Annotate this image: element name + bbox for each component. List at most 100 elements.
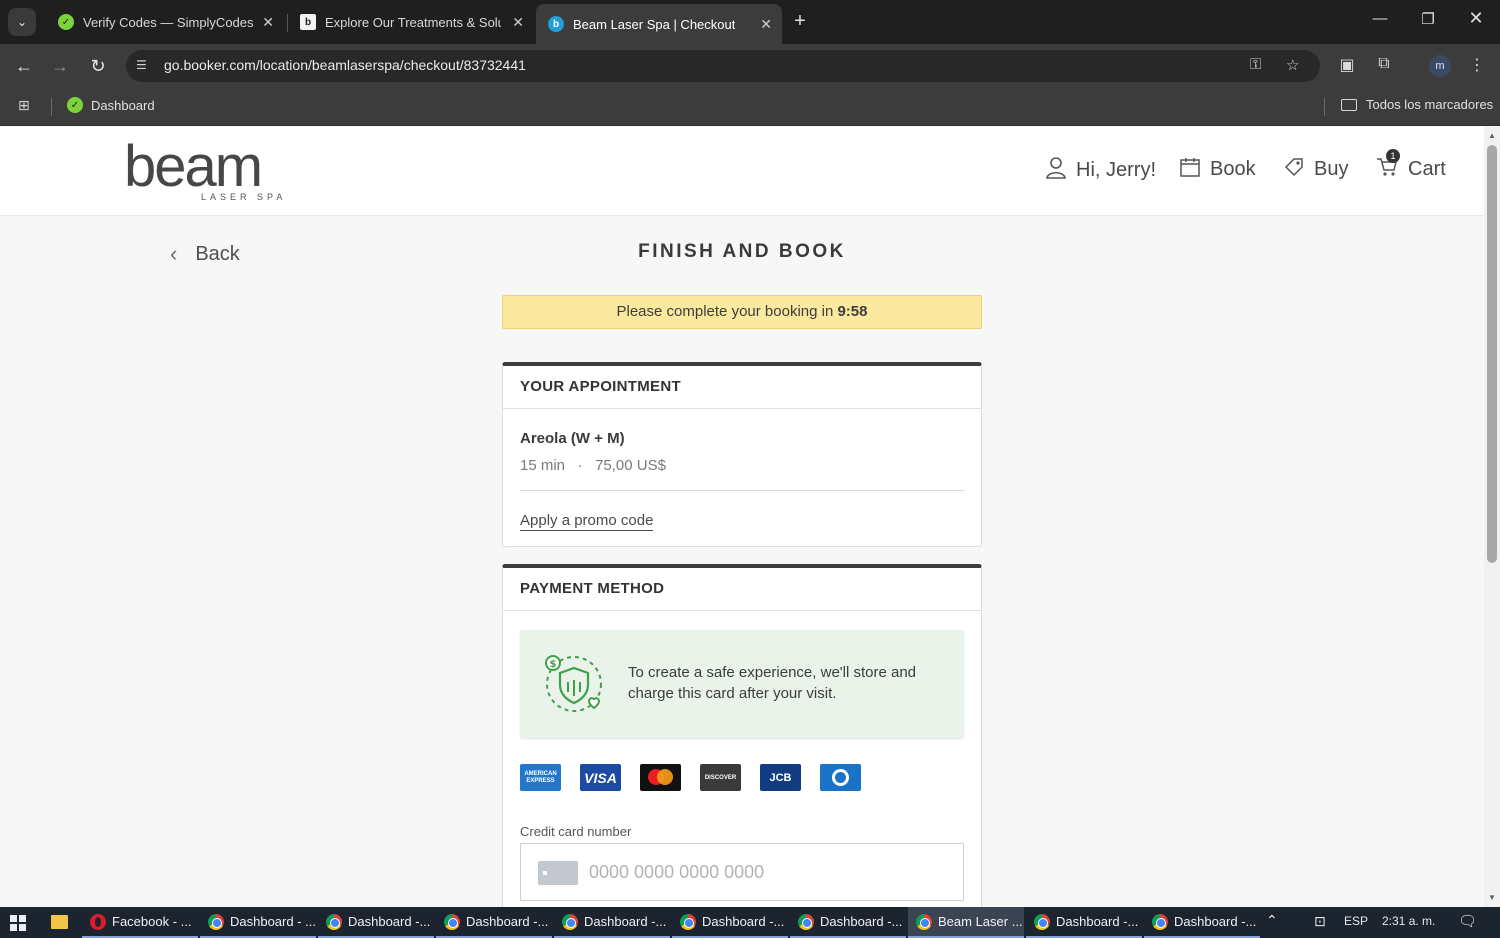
visa-label: VISA	[584, 769, 617, 786]
new-tab-button[interactable]: +	[788, 10, 812, 34]
clock[interactable]: 2:31 a. m.	[1382, 914, 1435, 928]
taskbar-item[interactable]: Dashboard -...	[318, 907, 434, 938]
forward-arrow-icon[interactable]: →	[48, 54, 72, 78]
close-tab-icon[interactable]: ✕	[760, 16, 772, 33]
browser-menu-icon[interactable]: ⋮	[1466, 55, 1488, 77]
taskbar-item[interactable]: Dashboard -...	[1026, 907, 1142, 938]
chrome-icon	[444, 913, 460, 930]
credit-card-icon	[538, 861, 578, 885]
tray-chevron-up-icon[interactable]: ⌃	[1266, 912, 1278, 929]
account-nav[interactable]: Hi, Jerry!	[1046, 157, 1156, 184]
beam-logo[interactable]: beam LASER SPA	[124, 134, 282, 203]
taskbar-item[interactable]: Dashboard -...	[790, 907, 906, 938]
site-info-icon[interactable]: ☰	[136, 58, 152, 74]
tab-title: Beam Laser Spa | Checkout	[573, 16, 736, 32]
service-meta: 15 min · 75,00 US$	[520, 457, 666, 474]
language-indicator[interactable]: ESP	[1344, 914, 1368, 928]
scroll-up-arrow-icon[interactable]: ▲	[1488, 131, 1496, 140]
checkout-page: beam LASER SPA Hi, Jerry! Book Buy 1 Car…	[0, 127, 1484, 907]
credit-card-number-input[interactable]: 0000 0000 0000 0000	[520, 843, 964, 901]
taskbar-item[interactable]: Facebook - ...	[82, 907, 198, 938]
cart-icon: 1	[1376, 149, 1400, 182]
logo-subtitle: LASER SPA	[201, 192, 287, 202]
close-tab-icon[interactable]: ✕	[512, 14, 524, 31]
minimize-window-icon[interactable]: —	[1368, 10, 1392, 27]
safe-payment-notice: $ To create a safe experience, we'll sto…	[520, 630, 964, 738]
restore-window-icon[interactable]: ❐	[1416, 10, 1440, 28]
tab-simplycodes[interactable]: ✓ Verify Codes — SimplyCodes ✕	[46, 6, 284, 38]
credit-card-placeholder: 0000 0000 0000 0000	[589, 862, 765, 882]
apply-promo-code-link[interactable]: Apply a promo code	[520, 511, 654, 531]
profile-avatar[interactable]: m	[1429, 55, 1451, 77]
bookmark-dashboard[interactable]: ✓ Dashboard	[67, 97, 155, 113]
chrome-icon	[562, 913, 578, 930]
tab-beam-checkout[interactable]: b Beam Laser Spa | Checkout ✕	[536, 4, 782, 44]
cart-label: Cart	[1408, 158, 1446, 180]
service-name: Areola (W + M)	[520, 430, 625, 447]
reload-icon[interactable]: ↻	[86, 54, 110, 78]
tab-title: Explore Our Treatments & Solut	[325, 14, 501, 30]
page-scrollbar[interactable]: ▲ ▼	[1484, 127, 1500, 907]
browser-tab-bar: ⌄ ✓ Verify Codes — SimplyCodes ✕ b Explo…	[0, 0, 1500, 44]
cart-count-badge: 1	[1386, 149, 1400, 163]
file-explorer-icon[interactable]	[51, 915, 68, 929]
url-text[interactable]: go.booker.com/location/beamlaserspa/chec…	[164, 57, 526, 73]
chrome-icon	[208, 913, 224, 930]
taskbar-item-label: Dashboard -...	[1174, 914, 1257, 929]
shield-money-icon: $	[545, 655, 602, 712]
payment-heading: PAYMENT METHOD	[503, 568, 981, 611]
taskbar-item[interactable]: Dashboard -...	[554, 907, 670, 938]
bookmarks-separator	[1324, 98, 1325, 116]
site-header: beam LASER SPA Hi, Jerry! Book Buy 1 Car…	[0, 127, 1484, 216]
taskbar-item-label: Facebook - ...	[112, 914, 192, 929]
all-bookmarks-folder[interactable]: Todos los marcadores	[1341, 97, 1493, 112]
taskbar-item[interactable]: Dashboard - ...	[200, 907, 316, 938]
back-arrow-icon[interactable]: ←	[12, 54, 36, 78]
buy-label: Buy	[1314, 158, 1349, 180]
scrollbar-thumb[interactable]	[1487, 145, 1497, 563]
notifications-icon[interactable]: 🗨	[1458, 912, 1477, 930]
extension-puzzle-icon[interactable]: ▣	[1336, 55, 1358, 77]
scroll-down-arrow-icon[interactable]: ▼	[1488, 893, 1496, 902]
extensions-menu-icon[interactable]: ⧉	[1373, 55, 1395, 77]
payment-method-card: PAYMENT METHOD $ To create a safe experi…	[502, 564, 982, 907]
user-icon	[1046, 157, 1066, 184]
close-tab-icon[interactable]: ✕	[262, 14, 274, 31]
all-bookmarks-label: Todos los marcadores	[1366, 97, 1494, 112]
taskbar-item-active[interactable]: Beam Laser ...	[908, 907, 1024, 938]
chrome-icon	[798, 913, 814, 930]
taskbar-item[interactable]: Dashboard -...	[672, 907, 788, 938]
credit-card-number-label: Credit card number	[520, 824, 632, 839]
logo-word: beam	[124, 134, 263, 199]
close-window-icon[interactable]: ✕	[1464, 8, 1488, 29]
cart-nav[interactable]: 1 Cart	[1376, 149, 1446, 182]
apps-grid-icon[interactable]: ⊞	[18, 97, 36, 115]
taskbar-item[interactable]: Dashboard -...	[1144, 907, 1260, 938]
chrome-icon	[326, 913, 342, 930]
tab-search-button[interactable]: ⌄	[8, 8, 36, 36]
tab-explore-treatments[interactable]: b Explore Our Treatments & Solut ✕	[288, 6, 534, 38]
simplycodes-favicon-icon: ✓	[67, 97, 83, 113]
bookmark-label: Dashboard	[91, 97, 155, 113]
taskbar-item-label: Dashboard -...	[584, 914, 667, 929]
address-bar[interactable]: ☰ go.booker.com/location/beamlaserspa/ch…	[126, 50, 1320, 82]
password-key-icon[interactable]: ⚿	[1250, 56, 1261, 73]
taskbar-item-label: Dashboard - ...	[230, 914, 316, 929]
page-title: FINISH AND BOOK	[638, 241, 846, 262]
booking-timer-banner: Please complete your booking in 9:58	[502, 295, 982, 329]
taskbar-item[interactable]: Dashboard -...	[436, 907, 552, 938]
browser-toolbar: ← → ↻ ☰ go.booker.com/location/beamlaser…	[0, 44, 1500, 88]
network-icon[interactable]: ⊡	[1314, 913, 1326, 930]
chevron-left-icon: ‹	[170, 241, 178, 266]
meta-separator: ·	[577, 457, 583, 474]
timer-countdown: 9:58	[837, 303, 868, 320]
buy-nav[interactable]: Buy	[1284, 157, 1348, 182]
windows-start-icon[interactable]	[10, 915, 26, 931]
book-nav[interactable]: Book	[1180, 157, 1256, 182]
bookmark-star-icon[interactable]: ☆	[1286, 56, 1299, 74]
diners-card-icon	[820, 764, 861, 791]
back-button[interactable]: ‹ Back	[170, 241, 240, 267]
divider	[520, 490, 964, 491]
account-greeting: Hi, Jerry!	[1076, 159, 1156, 181]
chrome-icon	[1034, 913, 1050, 930]
